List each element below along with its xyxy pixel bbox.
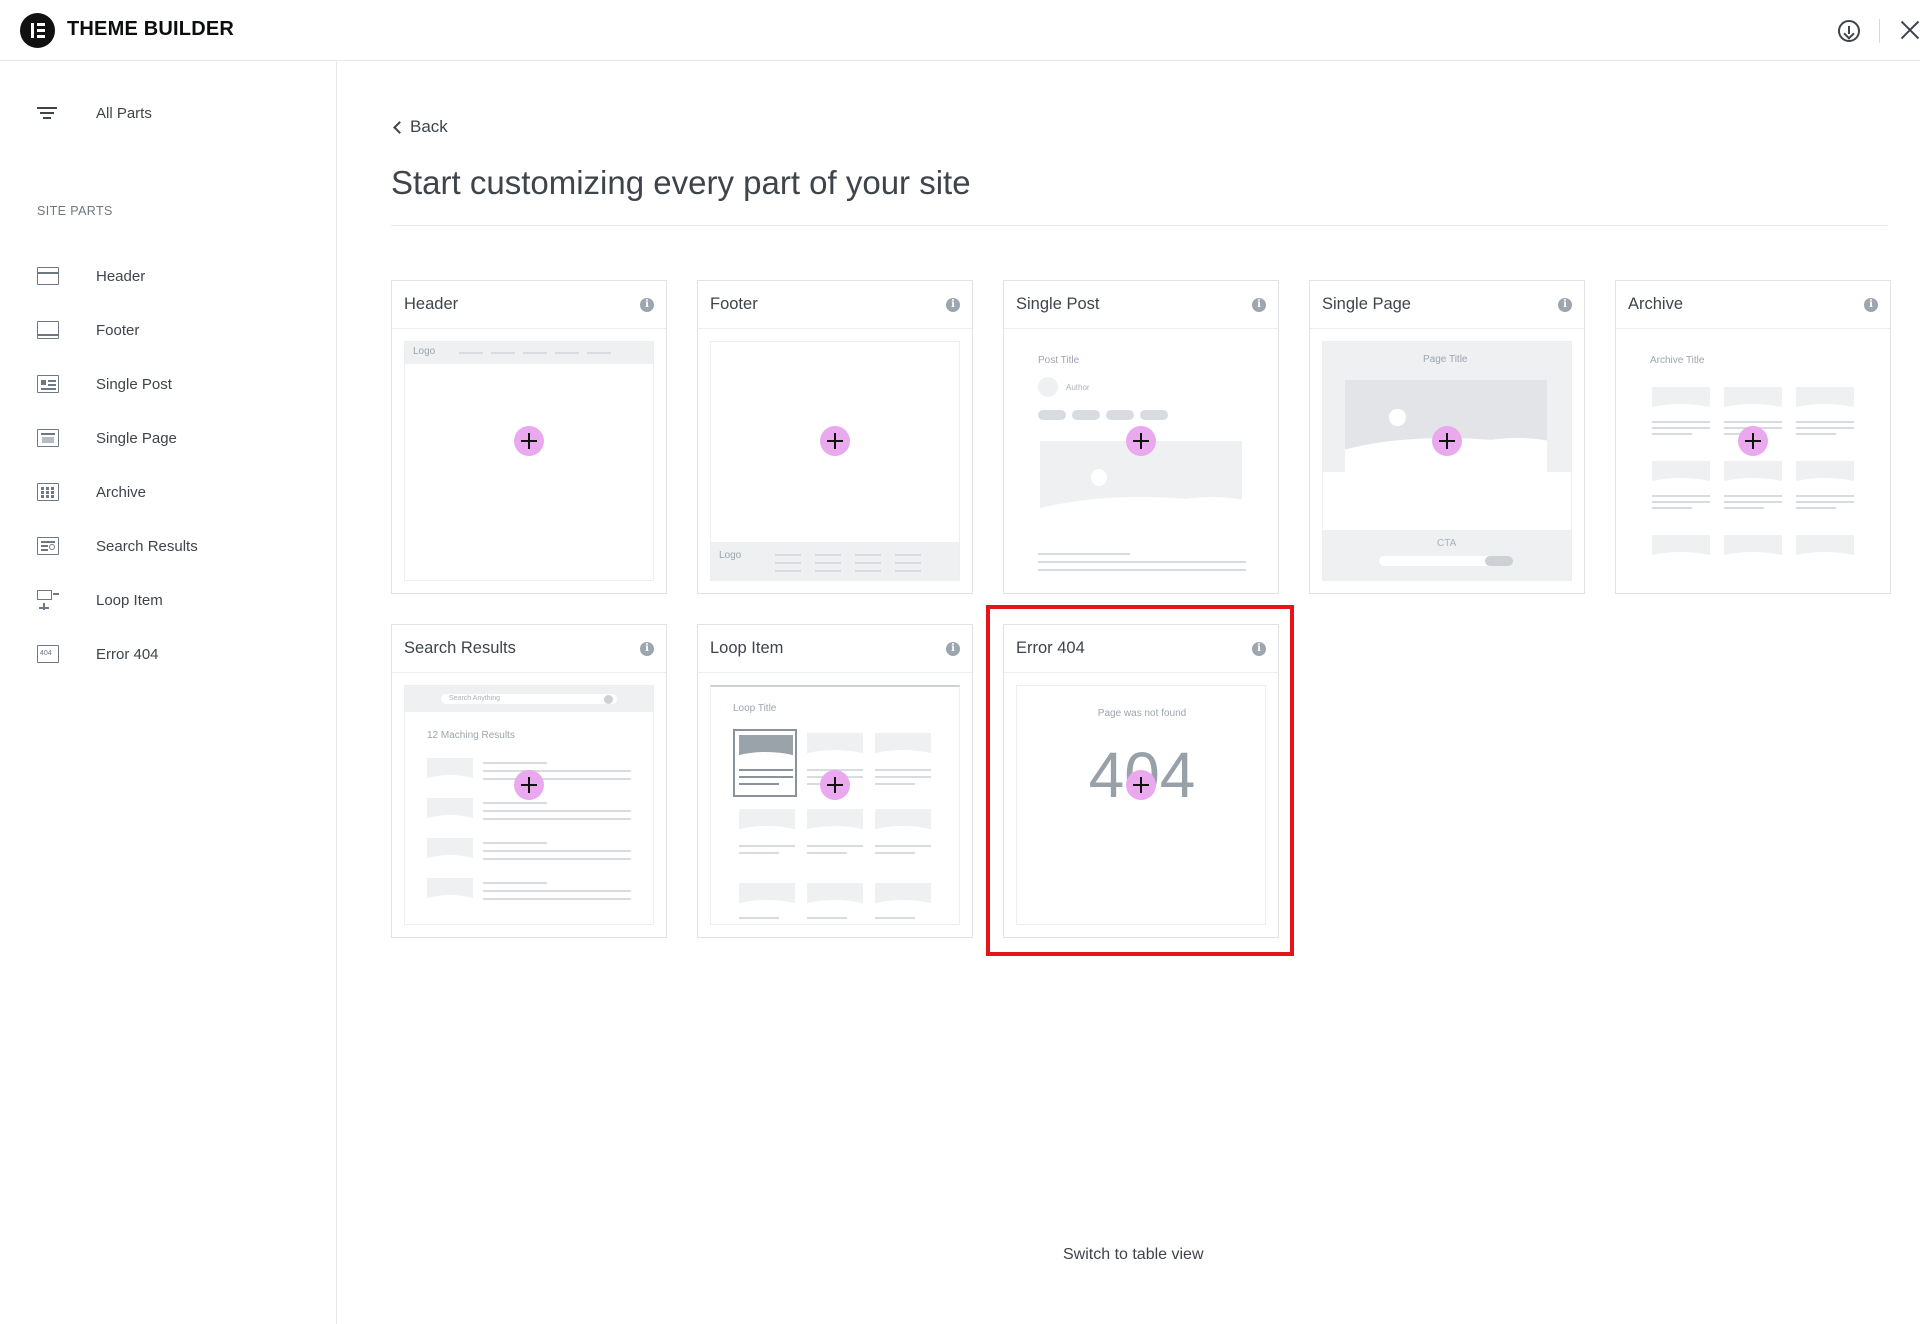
add-template-button[interactable] [820,770,850,800]
sidebar-item-single-post[interactable]: Single Post [37,372,172,396]
elementor-logo-icon [20,13,55,48]
card-title: Loop Item [710,639,784,657]
search-results-icon [37,536,59,556]
add-template-button[interactable] [820,426,850,456]
sidebar-item-archive[interactable]: Archive [37,480,146,504]
card-header-bar: Footer i [698,281,972,329]
sidebar-item-loop-item[interactable]: Loop Item [37,588,163,612]
card-title: Search Results [404,639,516,657]
card-title: Header [404,295,459,313]
card-title: Archive [1628,295,1684,313]
card-search-results[interactable]: Search Results i Search Anything 12 Mach… [391,624,667,938]
sidebar-item-label: All Parts [96,104,152,122]
sidebar: All Parts SITE PARTS Header Footer Singl… [0,61,337,1324]
sidebar-item-label: Loop Item [96,591,163,609]
card-single-post[interactable]: Single Post i Post Title Author [1003,280,1279,594]
back-link[interactable]: Back [391,117,448,137]
card-single-page[interactable]: Single Page i Page Title CTA [1309,280,1585,594]
sidebar-item-search-results[interactable]: Search Results [37,534,198,558]
chevron-left-icon [393,120,406,134]
card-preview: Logo [404,341,654,581]
download-icon[interactable] [1838,20,1860,42]
card-header-bar: Archive i [1616,281,1890,329]
card-preview: Page Title CTA [1322,341,1572,581]
sidebar-item-label: Header [96,267,146,285]
switch-to-table-view-link[interactable]: Switch to table view [1063,1246,1204,1264]
card-preview: Archive Title [1628,341,1878,581]
card-footer[interactable]: Footer i Logo [697,280,973,594]
info-icon[interactable]: i [946,298,960,312]
sidebar-item-header[interactable]: Header [37,264,145,288]
footer-layout-icon [37,320,59,340]
card-title: Footer [710,295,758,313]
sidebar-item-label: Archive [96,483,147,501]
info-icon[interactable]: i [640,298,654,312]
filter-icon [37,103,59,123]
add-template-button[interactable] [1126,426,1156,456]
card-preview: Logo [710,341,960,581]
section-label: SITE PARTS [37,204,113,218]
card-title: Error 404 [1016,639,1085,657]
add-template-button[interactable] [514,426,544,456]
card-preview: Search Anything 12 Maching Results [404,685,654,925]
sidebar-item-all-parts[interactable]: All Parts [37,101,152,125]
top-bar: THEME BUILDER [0,0,1920,61]
archive-grid-icon [37,482,59,502]
sidebar-item-label: Error 404 [96,645,159,663]
title-divider [391,225,1887,226]
sidebar-item-error-404[interactable]: 404 Error 404 [37,642,159,666]
add-template-button[interactable] [1126,770,1156,800]
sidebar-item-label: Single Post [96,375,172,393]
add-template-button[interactable] [1432,426,1462,456]
info-icon[interactable]: i [640,642,654,656]
add-template-button[interactable] [514,770,544,800]
card-header-bar: Single Post i [1004,281,1278,329]
sidebar-item-label: Search Results [96,537,198,555]
back-label: Back [410,117,448,136]
info-icon[interactable]: i [1252,298,1266,312]
card-header-bar: Error 404 i [1004,625,1278,673]
card-preview: Loop Title [710,685,960,925]
add-template-button[interactable] [1738,426,1768,456]
card-title: Single Post [1016,295,1100,313]
info-icon[interactable]: i [946,642,960,656]
close-icon[interactable] [1898,18,1920,42]
card-header[interactable]: Header i Logo [391,280,667,594]
card-header-bar: Single Page i [1310,281,1584,329]
app-title: THEME BUILDER [67,18,235,40]
sidebar-item-label: Single Page [96,429,177,447]
info-icon[interactable]: i [1252,642,1266,656]
card-archive[interactable]: Archive i Archive Title [1615,280,1891,594]
card-preview: Page was not found 404 [1016,685,1266,925]
loop-item-icon [37,590,59,610]
info-icon[interactable]: i [1558,298,1572,312]
sidebar-item-label: Footer [96,321,140,339]
toolbar-divider [1879,19,1880,43]
single-page-icon [37,428,59,448]
error-404-icon: 404 [37,644,59,664]
card-header-bar: Header i [392,281,666,329]
card-title: Single Page [1322,295,1411,313]
sidebar-item-single-page[interactable]: Single Page [37,426,177,450]
card-error-404[interactable]: Error 404 i Page was not found 404 [1003,624,1279,938]
card-header-bar: Search Results i [392,625,666,673]
sidebar-item-footer[interactable]: Footer [37,318,139,342]
card-preview: Post Title Author [1016,341,1266,581]
header-layout-icon [37,266,59,286]
page-title: Start customizing every part of your sit… [391,164,971,201]
single-post-icon [37,374,59,394]
card-loop-item[interactable]: Loop Item i Loop Title [697,624,973,938]
info-icon[interactable]: i [1864,298,1878,312]
card-header-bar: Loop Item i [698,625,972,673]
